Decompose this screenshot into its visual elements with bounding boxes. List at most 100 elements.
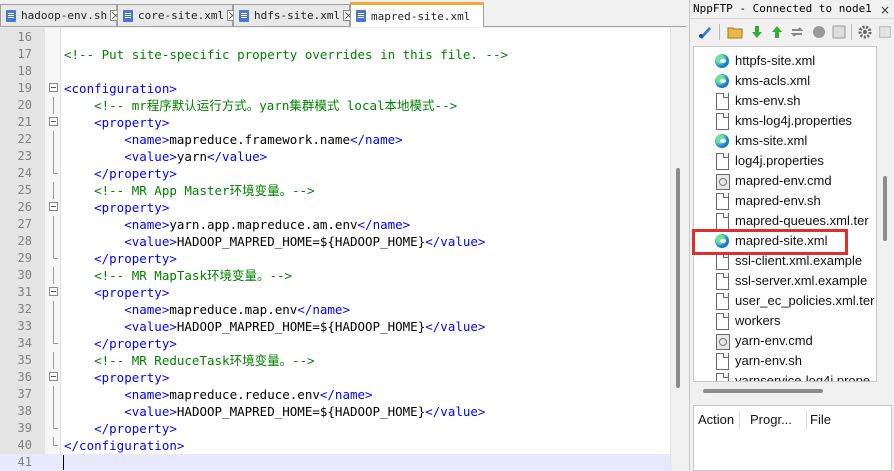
code-line[interactable]: 24 </property> [0, 165, 686, 182]
fold-line [53, 216, 54, 233]
code-line[interactable]: 22 <name>mapreduce.framework.name</name> [0, 131, 686, 148]
code-text: <name>yarn.app.mapreduce.am.env</name> [64, 216, 410, 233]
file-list-item[interactable]: httpfs-site.xml [714, 51, 815, 71]
file-list-item[interactable]: kms-log4j.properties [714, 111, 852, 131]
queue-col-action[interactable]: Action [694, 410, 740, 430]
code-line[interactable]: 36 <property> [0, 369, 686, 386]
code-line[interactable]: 31 <property> [0, 284, 686, 301]
code-tag: <property> [64, 115, 170, 130]
scrollbar-thumb[interactable] [676, 168, 680, 388]
fold-line [53, 233, 54, 250]
scrollbar-thumb[interactable] [703, 389, 823, 393]
file-name: kms-site.xml [735, 133, 808, 148]
code-line[interactable]: 37 <name>mapreduce.reduce.env</name> [0, 386, 686, 403]
line-number: 21 [17, 115, 32, 129]
fold-toggle-icon[interactable] [49, 83, 58, 92]
info-icon[interactable] [876, 23, 894, 41]
code-text: </property> [64, 165, 177, 182]
file-list-item[interactable]: workers [714, 311, 781, 331]
code-line[interactable]: 27 <name>yarn.app.mapreduce.am.env</name… [0, 216, 686, 233]
open-folder-icon[interactable] [726, 23, 744, 41]
code-line[interactable]: 18 [0, 63, 686, 80]
code-line[interactable]: 39 </property> [0, 420, 686, 437]
code-line[interactable]: 32 <name>mapreduce.map.env</name> [0, 301, 686, 318]
file-list-item[interactable]: kms-env.sh [714, 91, 801, 111]
line-number: 16 [17, 30, 32, 44]
code-line[interactable]: 41 [0, 454, 686, 471]
code-line[interactable]: 40 </configuration> [0, 437, 686, 454]
code-line[interactable]: 23 <value>yarn</value> [0, 148, 686, 165]
file-list-item[interactable]: mapred-queues.xml.ter [714, 211, 869, 231]
file-name: kms-log4j.properties [735, 113, 853, 128]
file-list-item[interactable]: yarnservice-log4j.prope [714, 371, 870, 381]
file-name: ssl-server.xml.example [735, 273, 868, 288]
line-number: 35 [17, 353, 32, 367]
fold-toggle-icon[interactable] [49, 117, 58, 126]
fold-end-marker [53, 250, 58, 259]
file-list-item[interactable]: user_ec_policies.xml.ter [714, 291, 874, 311]
settings-icon[interactable] [856, 23, 874, 41]
fold-toggle-icon[interactable] [49, 287, 58, 296]
remote-file-list[interactable]: httpfs-site.xml kms-acls.xml kms-env.sh kms… [693, 46, 877, 382]
file-list-item[interactable]: mapred-env.sh [714, 191, 821, 211]
file-list-item[interactable]: ssl-server.xml.example [714, 271, 867, 291]
code-line[interactable]: 20 <!-- mr程序默认运行方式。yarn集群模式 local本地模式--> [0, 97, 686, 114]
code-tag: </name> [357, 217, 411, 232]
tab-hadoop-env[interactable]: hadoop-env.sh [0, 4, 122, 26]
file-list-item[interactable]: kms-site.xml [714, 131, 807, 151]
fold-toggle-icon[interactable] [49, 372, 58, 381]
code-text: <property> [64, 199, 169, 216]
file-list-item[interactable]: mapred-env.cmd [714, 171, 832, 191]
file-list-item[interactable]: yarn-env.sh [714, 351, 802, 371]
code-editor[interactable]: 16 17 <!-- Put site-specific property over… [0, 28, 686, 471]
queue-col-file[interactable]: File [806, 410, 856, 430]
editor-scrollbar[interactable] [670, 28, 686, 471]
tab-core-site[interactable]: core-site.xml [117, 4, 239, 26]
code-line[interactable]: 28 <value>HADOOP_MAPRED_HOME=${HADOOP_HO… [0, 233, 686, 250]
close-icon[interactable]: × [880, 3, 890, 17]
file-list-item[interactable]: yarn-env.cmd [714, 331, 813, 351]
refresh-icon[interactable] [788, 23, 806, 41]
tab-hdfs-site[interactable]: hdfs-site.xml [233, 4, 355, 26]
file-name: httpfs-site.xml [735, 53, 816, 68]
abort-icon[interactable] [810, 23, 828, 41]
file-list-item[interactable]: log4j.properties [714, 151, 824, 171]
edge-browser-icon [714, 52, 730, 70]
code-text: <value>HADOOP_MAPRED_HOME=${HADOOP_HOME}… [64, 403, 485, 420]
fold-line [53, 318, 54, 335]
code-text: </configuration> [64, 437, 184, 454]
tab-label: hadoop-env.sh [21, 9, 108, 22]
code-line[interactable]: 26 <property> [0, 199, 686, 216]
scrollbar-thumb[interactable] [883, 176, 887, 241]
connect-icon[interactable] [696, 23, 714, 41]
queue-col-progress[interactable]: Progr... [746, 410, 807, 430]
code-line[interactable]: 29 </property> [0, 250, 686, 267]
file-list-scrollbar[interactable] [878, 46, 892, 382]
code-line[interactable]: 21 <property> [0, 114, 686, 131]
line-number: 32 [17, 302, 32, 316]
code-line[interactable]: 17 <!-- Put site-specific property overri… [0, 46, 686, 63]
help-icon[interactable] [830, 23, 848, 41]
code-line[interactable]: 33 <value>HADOOP_MAPRED_HOME=${HADOOP_HO… [0, 318, 686, 335]
file-list-hscrollbar[interactable] [693, 383, 892, 399]
code-line[interactable]: 34 </property> [0, 335, 686, 352]
code-line[interactable]: 19 <configuration> [0, 80, 686, 97]
download-icon[interactable] [748, 23, 766, 41]
fold-end-marker [53, 420, 58, 429]
code-text: <configuration> [64, 80, 177, 97]
code-line[interactable]: 35 <!-- MR ReduceTask环境变量。--> [0, 352, 686, 369]
code-text: <name>mapreduce.framework.name</name> [64, 131, 403, 148]
code-tag: <property> [64, 200, 170, 215]
tab-mapred-site[interactable]: mapred-site.xml [350, 2, 484, 27]
code-line[interactable]: 25 <!-- MR App Master环境变量。--> [0, 182, 686, 199]
code-line[interactable]: 38 <value>HADOOP_MAPRED_HOME=${HADOOP_HO… [0, 403, 686, 420]
text-file-icon [714, 212, 730, 230]
code-comment: <!-- MR MapTask环境变量。--> [64, 268, 293, 283]
file-list-item[interactable]: kms-acls.xml [714, 71, 810, 91]
code-line[interactable]: 30 <!-- MR MapTask环境变量。--> [0, 267, 686, 284]
code-text: <name>mapreduce.reduce.env</name> [64, 386, 372, 403]
code-line[interactable]: 16 [0, 29, 686, 46]
code-tag: </name> [349, 132, 403, 147]
fold-toggle-icon[interactable] [49, 202, 58, 211]
upload-icon[interactable] [768, 23, 786, 41]
